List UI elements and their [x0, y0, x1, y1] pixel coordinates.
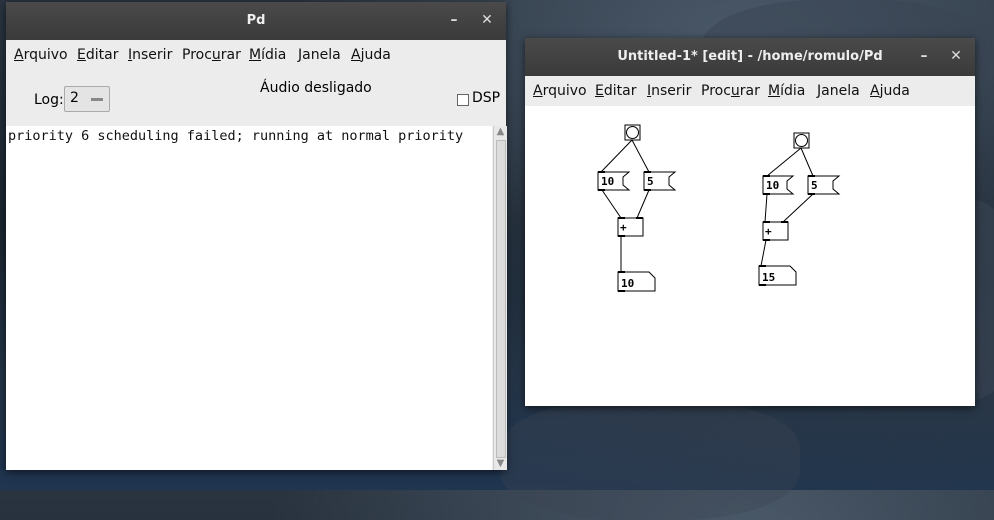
menu-editar[interactable]: Editar	[77, 47, 118, 63]
log-level-value: 2	[70, 90, 79, 106]
add-object[interactable]: +	[762, 221, 789, 241]
bang-object[interactable]	[624, 124, 641, 141]
object-label: +	[620, 221, 627, 234]
message-value: 10	[601, 175, 614, 188]
connection	[766, 147, 802, 177]
menu-inserir[interactable]: Inserir	[128, 47, 172, 63]
number-value: 10	[621, 277, 634, 290]
minimize-button[interactable]: –	[914, 46, 934, 66]
main-titlebar[interactable]: Pd – ✕	[6, 2, 506, 40]
menu-procurar[interactable]: Procurar	[701, 83, 760, 99]
menu-arquivo[interactable]: Arquivo	[533, 83, 587, 99]
console-output[interactable]: priority 6 scheduling failed; running at…	[6, 126, 492, 470]
number-box[interactable]: 10	[617, 271, 656, 292]
connection	[601, 189, 622, 219]
menu-janela[interactable]: Janela	[817, 83, 860, 99]
menu-editar[interactable]: Editar	[595, 83, 636, 99]
message-value: 10	[766, 179, 779, 192]
menu-midia[interactable]: Mídia	[768, 83, 805, 99]
connection	[600, 139, 633, 173]
menu-inserir[interactable]: Inserir	[647, 83, 691, 99]
add-object[interactable]: +	[617, 217, 644, 237]
scroll-up-icon[interactable]: ▲	[495, 126, 506, 138]
number-box[interactable]: 15	[758, 265, 797, 286]
message-box[interactable]: 10	[597, 171, 631, 191]
close-button[interactable]: ✕	[946, 46, 966, 66]
menu-procurar[interactable]: Procurar	[182, 47, 241, 63]
scroll-down-icon[interactable]: ▼	[495, 458, 506, 470]
log-level-select[interactable]: 2	[64, 86, 110, 112]
menu-midia[interactable]: Mídia	[249, 47, 286, 63]
number-value: 15	[762, 271, 775, 284]
main-window-title: Pd	[246, 13, 266, 28]
pd-main-window: Pd – ✕ Arquivo Editar Inserir Procurar M…	[6, 2, 507, 470]
console-scrollbar[interactable]: ▲ ▼	[493, 126, 507, 470]
connection	[764, 193, 768, 223]
message-box[interactable]: 10	[762, 175, 795, 195]
menu-ajuda[interactable]: Ajuda	[870, 83, 910, 99]
patch-window: Untitled-1* [edit] - /home/romulo/Pd – ✕…	[525, 38, 975, 406]
close-button[interactable]: ✕	[477, 10, 497, 30]
dsp-checkbox[interactable]	[457, 94, 469, 106]
connection	[631, 139, 650, 173]
patch-window-title: Untitled-1* [edit] - /home/romulo/Pd	[617, 49, 883, 64]
message-value: 5	[647, 175, 654, 188]
object-label: +	[765, 225, 772, 238]
audio-status: Áudio desligado	[260, 80, 372, 96]
desktop-rock	[500, 400, 800, 520]
scroll-thumb[interactable]	[496, 140, 506, 458]
patch-canvas[interactable]: 10 5 + 10 10 5 + 15	[525, 106, 975, 406]
menu-janela[interactable]: Janela	[298, 47, 341, 63]
menu-ajuda[interactable]: Ajuda	[351, 47, 391, 63]
log-label: Log:	[34, 92, 64, 108]
minimize-button[interactable]: –	[444, 10, 464, 30]
patch-1: 10 5 + 10	[597, 124, 677, 292]
connection	[782, 193, 814, 223]
patch-titlebar[interactable]: Untitled-1* [edit] - /home/romulo/Pd – ✕	[525, 38, 975, 76]
patch-menubar: Arquivo Editar Inserir Procurar Mídia Ja…	[525, 76, 975, 109]
main-menubar: Arquivo Editar Inserir Procurar Mídia Ja…	[6, 40, 506, 73]
patch-graph: 10 5 + 10 10 5 + 15	[597, 124, 841, 292]
connection	[760, 239, 767, 267]
message-box[interactable]: 5	[807, 175, 841, 195]
console-line: priority 6 scheduling failed; running at…	[8, 128, 464, 144]
message-box[interactable]: 5	[643, 171, 677, 191]
dropdown-icon	[91, 98, 103, 101]
connection	[800, 147, 814, 177]
message-value: 5	[811, 179, 818, 192]
bang-object[interactable]	[793, 132, 810, 149]
patch-2: 10 5 + 15	[758, 132, 841, 286]
connection	[636, 189, 650, 219]
main-toolbar: Log: 2 Áudio desligado DSP	[6, 72, 506, 126]
dsp-label: DSP	[472, 90, 501, 106]
menu-arquivo[interactable]: Arquivo	[14, 47, 68, 63]
